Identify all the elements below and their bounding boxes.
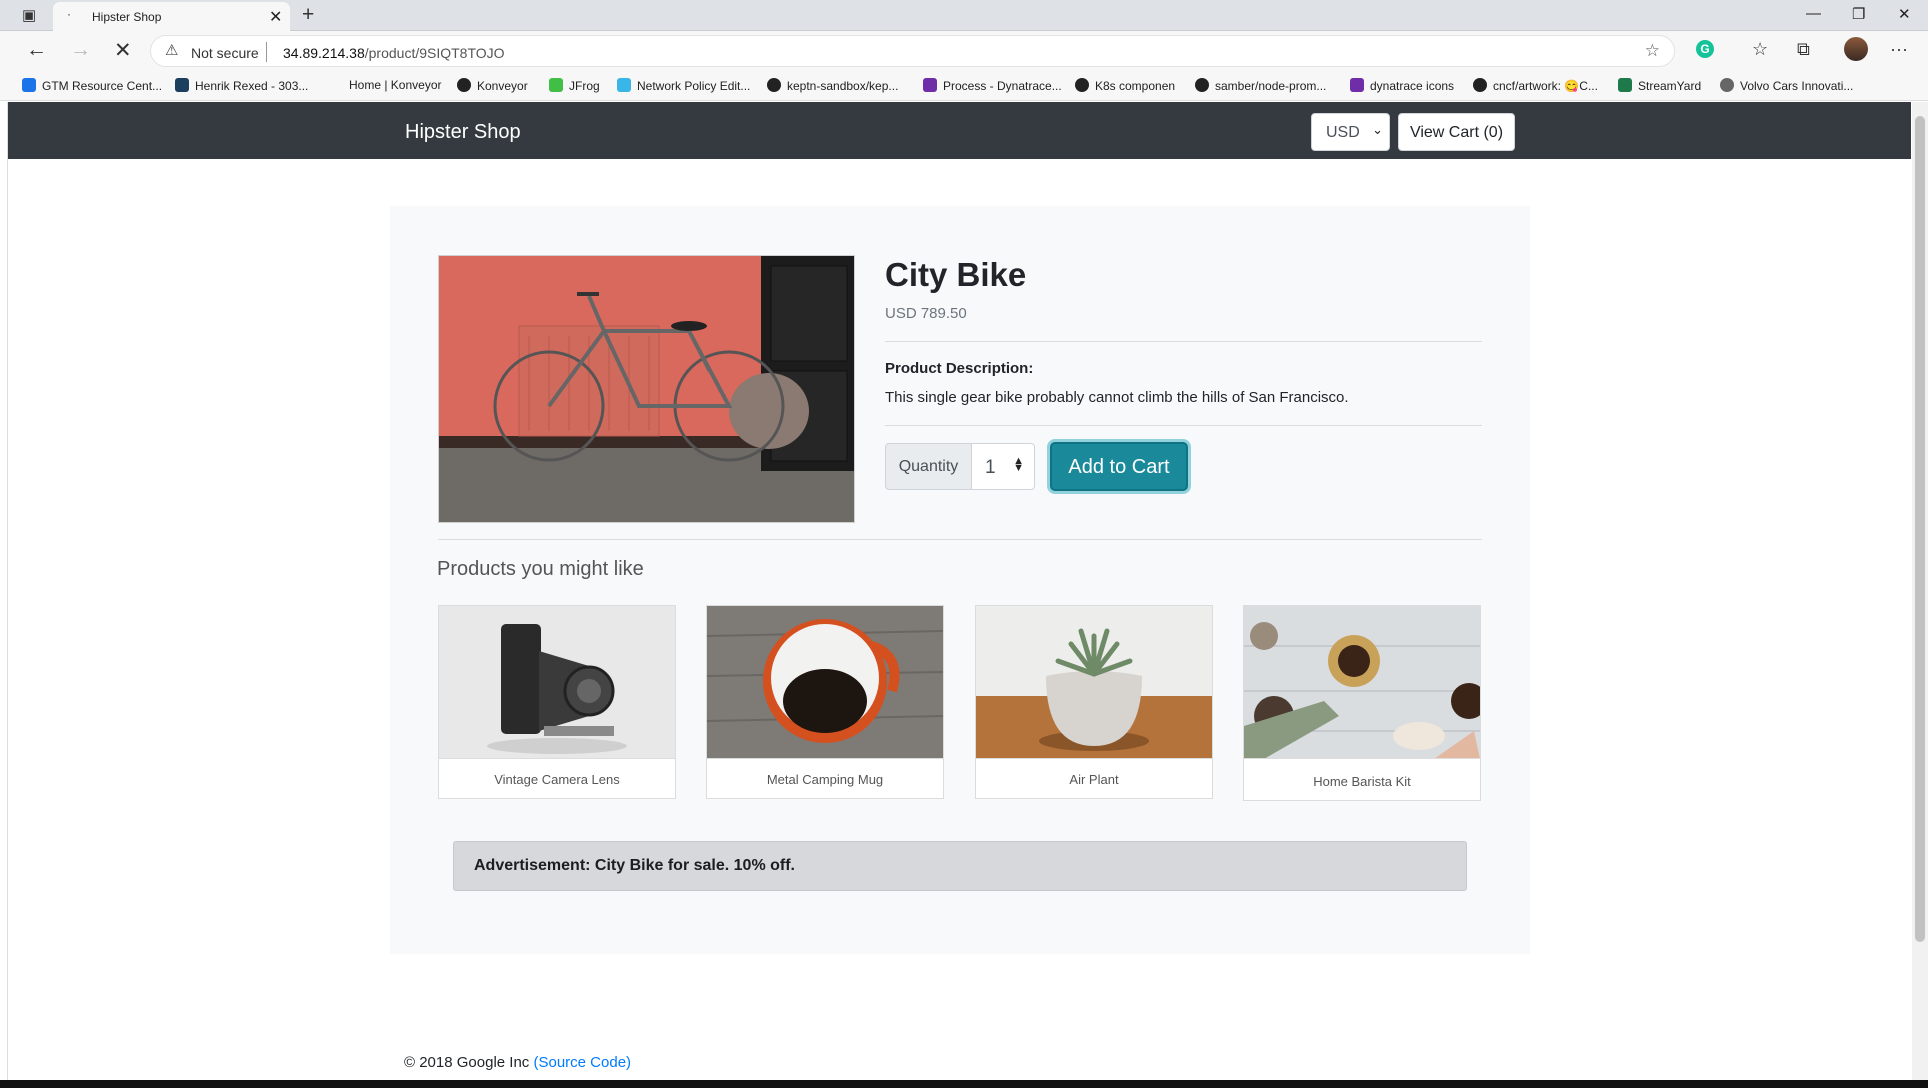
product-price: USD 789.50 bbox=[885, 305, 967, 322]
url-path: /product/9SIQT8TOJO bbox=[364, 45, 505, 61]
page-left-edge bbox=[0, 102, 8, 1080]
github-icon bbox=[1075, 78, 1089, 92]
bookmarks-bar: GTM Resource Cent... Henrik Rexed - 303.… bbox=[0, 71, 1928, 101]
product-card-vintage-camera-lens[interactable]: Vintage Camera Lens bbox=[438, 605, 676, 799]
product-image bbox=[438, 255, 855, 523]
browser-tab[interactable]: · Hipster Shop ✕ bbox=[53, 2, 290, 31]
url-separator bbox=[266, 42, 267, 62]
url-host: 34.89.214.38 bbox=[283, 45, 365, 61]
bookmark-item[interactable]: Konveyor bbox=[457, 78, 528, 93]
product-card-name[interactable]: Air Plant bbox=[976, 772, 1212, 787]
collections-icon[interactable]: ⧉ bbox=[1797, 39, 1810, 60]
quantity-value: 1 bbox=[985, 457, 996, 478]
product-card-image[interactable] bbox=[1244, 606, 1480, 759]
cilium-icon bbox=[617, 78, 631, 92]
bookmark-item[interactable]: Process - Dynatrace... bbox=[923, 78, 1062, 93]
copyright-text: © 2018 Google Inc bbox=[404, 1054, 530, 1071]
product-card-home-barista-kit[interactable]: Home Barista Kit bbox=[1243, 605, 1481, 801]
github-icon bbox=[457, 78, 471, 92]
bookmark-favicon-icon bbox=[22, 78, 36, 92]
warning-icon[interactable]: ⚠ bbox=[165, 41, 178, 59]
new-tab-icon[interactable]: + bbox=[302, 3, 314, 27]
product-title: City Bike bbox=[885, 256, 1027, 293]
dynatrace-icon bbox=[1350, 78, 1364, 92]
url-text[interactable]: 34.89.214.38/product/9SIQT8TOJO bbox=[283, 45, 505, 61]
restore-icon[interactable]: ❐ bbox=[1852, 5, 1865, 23]
volvo-icon bbox=[1720, 78, 1734, 92]
github-icon bbox=[1195, 78, 1209, 92]
close-tab-icon[interactable]: ✕ bbox=[269, 7, 282, 27]
source-code-link[interactable]: (Source Code) bbox=[533, 1054, 631, 1071]
bookmark-item[interactable]: cncf/artwork: 😋C... bbox=[1473, 78, 1598, 93]
github-icon bbox=[767, 78, 781, 92]
quantity-label: Quantity bbox=[885, 443, 972, 490]
grammarly-extension-icon[interactable]: G bbox=[1696, 40, 1714, 58]
tab-favicon-icon: · bbox=[67, 7, 71, 21]
favorite-star-icon[interactable]: ☆ bbox=[1645, 41, 1660, 61]
vertical-scrollbar[interactable] bbox=[1912, 102, 1928, 1080]
taskbar-edge bbox=[0, 1080, 1928, 1088]
bookmark-item[interactable]: StreamYard bbox=[1618, 78, 1701, 93]
bookmark-item[interactable]: keptn-sandbox/kep... bbox=[767, 78, 898, 93]
bookmark-item[interactable]: JFrog bbox=[549, 78, 600, 93]
description-label: Product Description: bbox=[885, 360, 1034, 377]
divider bbox=[885, 425, 1482, 426]
bookmark-item[interactable]: Henrik Rexed - 303... bbox=[175, 78, 308, 93]
footer: © 2018 Google Inc (Source Code) bbox=[404, 1054, 631, 1071]
github-icon bbox=[1473, 78, 1487, 92]
more-menu-icon[interactable]: ··· bbox=[1890, 39, 1908, 60]
bookmark-favicon-icon bbox=[175, 78, 189, 92]
product-card-image[interactable] bbox=[439, 606, 675, 759]
bookmark-item[interactable]: GTM Resource Cent... bbox=[22, 78, 162, 93]
bookmark-item[interactable]: Home | Konveyor bbox=[349, 78, 442, 92]
currency-value: USD bbox=[1326, 124, 1360, 141]
product-card-name[interactable]: Vintage Camera Lens bbox=[439, 772, 675, 787]
tab-actions-icon[interactable]: ▣ bbox=[22, 6, 36, 24]
security-status[interactable]: Not secure bbox=[191, 45, 259, 61]
bookmark-item[interactable]: Volvo Cars Innovati... bbox=[1720, 78, 1853, 93]
product-card-image[interactable] bbox=[707, 606, 943, 759]
bookmark-item[interactable]: dynatrace icons bbox=[1350, 78, 1454, 93]
view-cart-button[interactable]: View Cart (0) bbox=[1398, 113, 1515, 151]
product-card-name[interactable]: Metal Camping Mug bbox=[707, 772, 943, 787]
profile-avatar[interactable] bbox=[1844, 37, 1868, 61]
dynatrace-icon bbox=[923, 78, 937, 92]
favorites-icon[interactable]: ☆ bbox=[1752, 39, 1768, 60]
select-arrows-icon: ▲ ▼ bbox=[1013, 455, 1024, 474]
quantity-select[interactable]: 1 ▲ ▼ bbox=[971, 443, 1035, 490]
forward-icon[interactable]: → bbox=[70, 38, 91, 62]
chevron-down-icon: ⌄ bbox=[1372, 122, 1383, 137]
product-card-metal-camping-mug[interactable]: Metal Camping Mug bbox=[706, 605, 944, 799]
recommendations-heading: Products you might like bbox=[437, 558, 644, 580]
currency-select[interactable]: USD ⌄ bbox=[1311, 113, 1390, 151]
product-card-image[interactable] bbox=[976, 606, 1212, 759]
scrollbar-thumb[interactable] bbox=[1915, 116, 1925, 942]
advertisement-banner[interactable]: Advertisement: City Bike for sale. 10% o… bbox=[453, 841, 1467, 891]
bookmark-item[interactable]: Network Policy Edit... bbox=[617, 78, 750, 93]
bookmark-item[interactable]: K8s componen bbox=[1075, 78, 1175, 93]
divider bbox=[885, 341, 1482, 342]
product-card-name[interactable]: Home Barista Kit bbox=[1244, 774, 1480, 789]
browser-tab-strip: ▣ · Hipster Shop ✕ + — ❐ ✕ bbox=[0, 0, 1928, 31]
add-to-cart-button[interactable]: Add to Cart bbox=[1050, 442, 1188, 491]
product-card-air-plant[interactable]: Air Plant bbox=[975, 605, 1213, 799]
stop-loading-icon[interactable]: ✕ bbox=[114, 38, 132, 63]
tab-title: Hipster Shop bbox=[92, 10, 162, 24]
jfrog-icon bbox=[549, 78, 563, 92]
divider bbox=[438, 539, 1482, 540]
site-navbar: Hipster Shop USD ⌄ View Cart (0) bbox=[8, 102, 1911, 159]
address-toolbar: ← → ✕ ⚠ Not secure 34.89.214.38/product/… bbox=[0, 31, 1928, 71]
product-description: This single gear bike probably cannot cl… bbox=[885, 389, 1349, 406]
streamyard-icon bbox=[1618, 78, 1632, 92]
bookmark-item[interactable]: samber/node-prom... bbox=[1195, 78, 1326, 93]
back-icon[interactable]: ← bbox=[26, 38, 47, 62]
url-bar[interactable]: ⚠ Not secure 34.89.214.38/product/9SIQT8… bbox=[150, 35, 1675, 67]
site-brand[interactable]: Hipster Shop bbox=[405, 121, 521, 144]
minimize-icon[interactable]: — bbox=[1806, 5, 1821, 22]
close-window-icon[interactable]: ✕ bbox=[1898, 5, 1911, 23]
